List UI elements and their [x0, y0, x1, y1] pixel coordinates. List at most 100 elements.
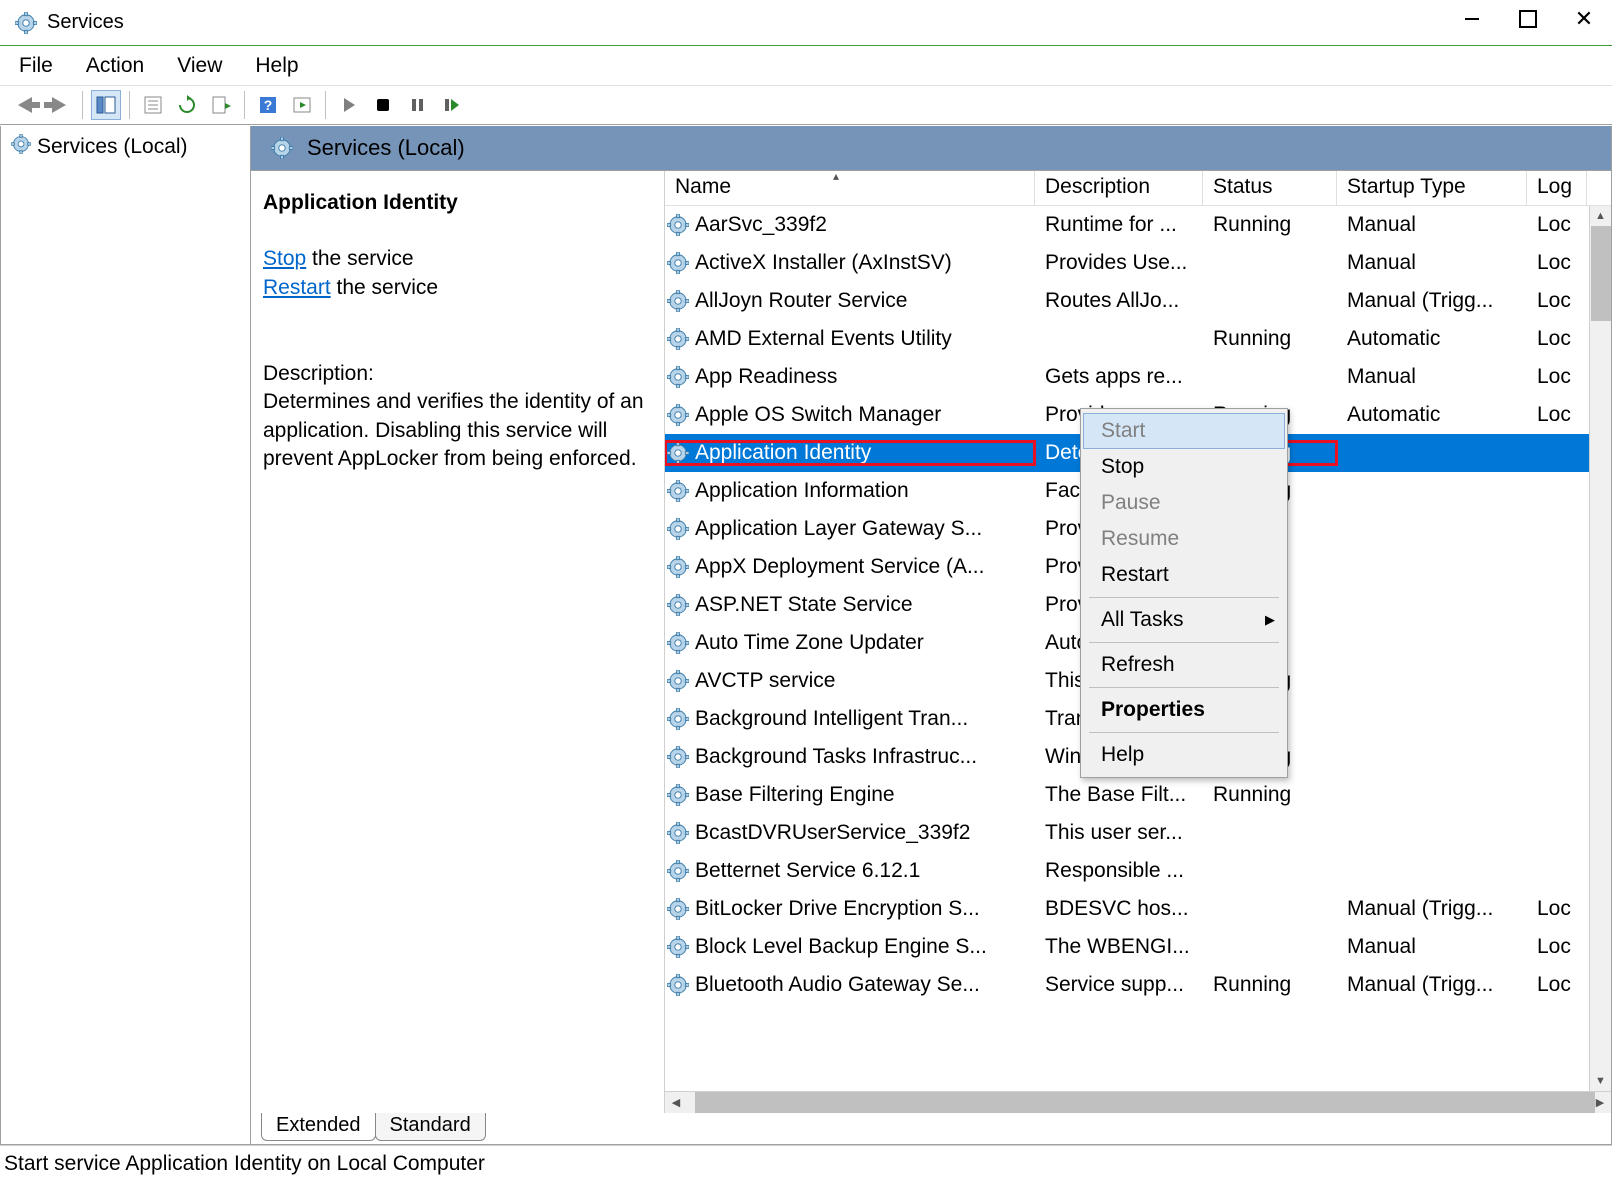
service-icon: [667, 518, 689, 540]
service-icon: [667, 822, 689, 844]
service-icon: [667, 708, 689, 730]
menu-help[interactable]: Help: [251, 52, 302, 80]
horizontal-scrollbar[interactable]: ◀ ▶: [665, 1091, 1611, 1113]
service-icon: [667, 556, 689, 578]
ctx-pause: Pause: [1083, 485, 1285, 521]
service-startup-text: Manual: [1337, 213, 1527, 237]
gear-icon: [271, 137, 293, 159]
menu-view[interactable]: View: [173, 52, 226, 80]
service-row[interactable]: Block Level Backup Engine S... The WBENG…: [665, 928, 1611, 966]
restart-link[interactable]: Restart: [263, 276, 331, 299]
vertical-scrollbar[interactable]: ▲ ▼: [1589, 206, 1611, 1091]
show-tree-button[interactable]: [91, 90, 121, 120]
service-row[interactable]: AllJoyn Router Service Routes AllJo... M…: [665, 282, 1611, 320]
ctx-start: Start: [1083, 413, 1285, 449]
service-row[interactable]: BcastDVRUserService_339f2 This user ser.…: [665, 814, 1611, 852]
ctx-restart[interactable]: Restart: [1083, 557, 1285, 593]
service-actions: Stop the service Restart the service: [263, 245, 652, 302]
forward-button[interactable]: [44, 90, 74, 120]
ctx-refresh[interactable]: Refresh: [1083, 647, 1285, 683]
service-desc-text: Provides Use...: [1035, 251, 1203, 275]
service-name-text: Base Filtering Engine: [695, 783, 895, 807]
menu-action[interactable]: Action: [82, 52, 148, 80]
service-status-text: Running: [1203, 973, 1337, 997]
description-label: Description:: [263, 360, 652, 388]
svg-text:?: ?: [264, 97, 273, 113]
maximize-button[interactable]: [1500, 0, 1556, 38]
description-text: Determines and verifies the identity of …: [263, 388, 652, 473]
column-name[interactable]: Name: [665, 171, 1035, 205]
service-logon-text: Loc: [1527, 973, 1587, 997]
service-startup-text: Manual: [1337, 365, 1527, 389]
context-menu: Start Stop Pause Resume Restart All Task…: [1080, 408, 1288, 778]
scroll-left-icon[interactable]: ◀: [665, 1092, 687, 1113]
service-desc-text: Runtime for ...: [1035, 213, 1203, 237]
service-icon: [667, 784, 689, 806]
window-title: Services: [47, 11, 124, 34]
service-row[interactable]: Base Filtering Engine The Base Filt... R…: [665, 776, 1611, 814]
service-row[interactable]: Bluetooth Audio Gateway Se... Service su…: [665, 966, 1611, 1004]
service-logon-text: Loc: [1527, 935, 1587, 959]
tree-root[interactable]: Services (Local): [11, 134, 240, 160]
service-icon: [667, 290, 689, 312]
close-button[interactable]: ✕: [1556, 0, 1612, 38]
service-name-text: AppX Deployment Service (A...: [695, 555, 984, 579]
back-button[interactable]: [10, 90, 40, 120]
column-logon[interactable]: Log: [1527, 171, 1587, 205]
service-logon-text: Loc: [1527, 327, 1587, 351]
minimize-button[interactable]: [1444, 0, 1500, 38]
service-icon: [667, 746, 689, 768]
ctx-all-tasks[interactable]: All Tasks▶: [1083, 602, 1285, 638]
pause-service-button[interactable]: [402, 90, 432, 120]
service-startup-text: Automatic: [1337, 403, 1527, 427]
service-row[interactable]: AMD External Events Utility Running Auto…: [665, 320, 1611, 358]
export-button[interactable]: [206, 90, 236, 120]
help-button[interactable]: ?: [253, 90, 283, 120]
service-logon-text: Loc: [1527, 213, 1587, 237]
service-icon: [667, 214, 689, 236]
service-name-text: App Readiness: [695, 365, 837, 389]
action-button[interactable]: [287, 90, 317, 120]
titlebar: Services ✕: [0, 0, 1612, 45]
properties-button[interactable]: [138, 90, 168, 120]
service-row[interactable]: App Readiness Gets apps re... Manual Loc: [665, 358, 1611, 396]
service-row[interactable]: Betternet Service 6.12.1 Responsible ...: [665, 852, 1611, 890]
service-icon: [667, 594, 689, 616]
service-startup-text: Manual (Trigg...: [1337, 973, 1527, 997]
scroll-down-icon[interactable]: ▼: [1590, 1071, 1611, 1091]
scroll-right-icon[interactable]: ▶: [1589, 1092, 1611, 1113]
scroll-thumb[interactable]: [1591, 226, 1611, 321]
selected-service-name: Application Identity: [263, 189, 652, 217]
ctx-stop[interactable]: Stop: [1083, 449, 1285, 485]
service-name-text: Auto Time Zone Updater: [695, 631, 924, 655]
tab-extended[interactable]: Extended: [261, 1113, 376, 1141]
refresh-button[interactable]: [172, 90, 202, 120]
column-startup-type[interactable]: Startup Type: [1337, 171, 1527, 205]
service-name-text: BitLocker Drive Encryption S...: [695, 897, 980, 921]
restart-service-button[interactable]: [436, 90, 466, 120]
start-service-button[interactable]: [334, 90, 364, 120]
service-desc-text: BDESVC hos...: [1035, 897, 1203, 921]
scroll-thumb-h[interactable]: [695, 1092, 1595, 1113]
service-icon: [667, 442, 689, 464]
tree-pane: Services (Local): [0, 126, 251, 1145]
column-status[interactable]: Status: [1203, 171, 1337, 205]
tab-standard[interactable]: Standard: [375, 1113, 486, 1141]
service-row[interactable]: AarSvc_339f2 Runtime for ... Running Man…: [665, 206, 1611, 244]
service-icon: [667, 366, 689, 388]
service-logon-text: Loc: [1527, 365, 1587, 389]
menu-file[interactable]: File: [15, 52, 57, 80]
service-icon: [667, 974, 689, 996]
service-name-text: ActiveX Installer (AxInstSV): [695, 251, 952, 275]
service-desc-text: Routes AllJo...: [1035, 289, 1203, 313]
ctx-properties[interactable]: Properties: [1083, 692, 1285, 728]
service-name-text: AMD External Events Utility: [695, 327, 952, 351]
stop-service-button[interactable]: [368, 90, 398, 120]
scroll-up-icon[interactable]: ▲: [1590, 206, 1611, 226]
ctx-help[interactable]: Help: [1083, 737, 1285, 773]
stop-link[interactable]: Stop: [263, 247, 306, 270]
service-row[interactable]: BitLocker Drive Encryption S... BDESVC h…: [665, 890, 1611, 928]
service-startup-text: Automatic: [1337, 327, 1527, 351]
service-row[interactable]: ActiveX Installer (AxInstSV) Provides Us…: [665, 244, 1611, 282]
column-description[interactable]: Description: [1035, 171, 1203, 205]
